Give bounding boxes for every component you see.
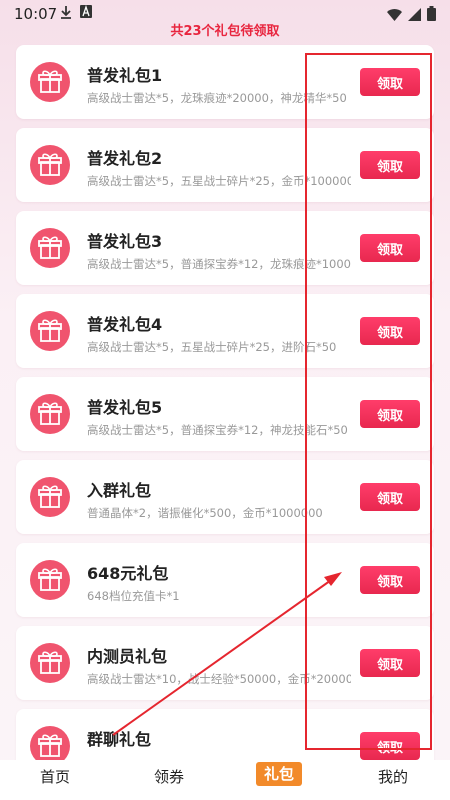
gift-icon [30,145,70,185]
gift-description: 高级战士雷达*5，龙珠痕迹*20000，神龙精华*50 [87,91,347,105]
claim-button[interactable]: 领取 [360,483,420,511]
gift-title: 普发礼包5 [87,398,163,417]
gift-icon [30,311,70,351]
gift-title: 普发礼包3 [87,232,163,251]
tab-gifts[interactable]: 礼包 [256,762,303,786]
claim-button[interactable]: 领取 [360,732,420,760]
gift-description: 普通晶体*2，谐振催化*500，金币*1000000 [87,506,323,520]
gift-card: 普发礼包1 高级战士雷达*5，龙珠痕迹*20000，神龙精华*50 领取 [16,45,434,119]
gift-icon [30,560,70,600]
gift-description: 高级战士雷达*5，五星战士碎片*25，进阶石*50 [87,340,337,354]
gift-title: 群聊礼包 [87,730,152,749]
gift-title: 普发礼包4 [87,315,163,334]
claim-button[interactable]: 领取 [360,234,420,262]
gift-description: 高级战士雷达*5，普通探宝券*12，神龙技能石*50 [87,423,348,437]
gift-icon [30,62,70,102]
gift-description: 高级战士雷达*5，普通探宝券*12，龙珠痕迹*10000 [87,257,351,271]
gift-card: 普发礼包2 高级战士雷达*5，五星战士碎片*25，金币*1000000 领取 [16,128,434,202]
gift-icon [30,477,70,517]
tab-coupons[interactable]: 领券 [154,766,184,787]
claim-button[interactable]: 领取 [360,68,420,96]
gift-title: 648元礼包 [87,564,169,583]
gift-card: 内测员礼包 高级战士雷达*10，战士经验*50000，金币*2000000 领取 [16,626,434,700]
gift-description: 高级战士雷达*10，战士经验*50000，金币*2000000 [87,672,351,686]
gift-card: 648元礼包 648档位充值卡*1 领取 [16,543,434,617]
tab-bar: 首页 领券 礼包 我的 [0,760,450,800]
gift-icon [30,228,70,268]
gift-icon [30,643,70,683]
gift-card: 普发礼包5 高级战士雷达*5，普通探宝券*12，神龙技能石*50 领取 [16,377,434,451]
gift-title: 普发礼包2 [87,149,163,168]
gift-list: 普发礼包1 高级战士雷达*5，龙珠痕迹*20000，神龙精华*50 领取 普发礼… [16,45,434,792]
claim-button[interactable]: 领取 [360,317,420,345]
gift-icon [30,394,70,434]
gift-count-notice: 共23个礼包待领取 [170,24,280,39]
claim-button[interactable]: 领取 [360,151,420,179]
gift-description: 648档位充值卡*1 [87,589,180,603]
tab-home[interactable]: 首页 [40,766,70,787]
gift-title: 入群礼包 [87,481,152,500]
gift-description: 高级战士雷达*5，五星战士碎片*25，金币*1000000 [87,174,351,188]
gift-title: 普发礼包1 [87,66,163,85]
claim-button[interactable]: 领取 [360,649,420,677]
gift-title: 内测员礼包 [87,647,168,666]
claim-button[interactable]: 领取 [360,566,420,594]
gift-card: 入群礼包 普通晶体*2，谐振催化*500，金币*1000000 领取 [16,460,434,534]
claim-button[interactable]: 领取 [360,400,420,428]
gift-card: 普发礼包3 高级战士雷达*5，普通探宝券*12，龙珠痕迹*10000 领取 [16,211,434,285]
tab-mine[interactable]: 我的 [378,766,408,787]
gift-card: 普发礼包4 高级战士雷达*5，五星战士碎片*25，进阶石*50 领取 [16,294,434,368]
